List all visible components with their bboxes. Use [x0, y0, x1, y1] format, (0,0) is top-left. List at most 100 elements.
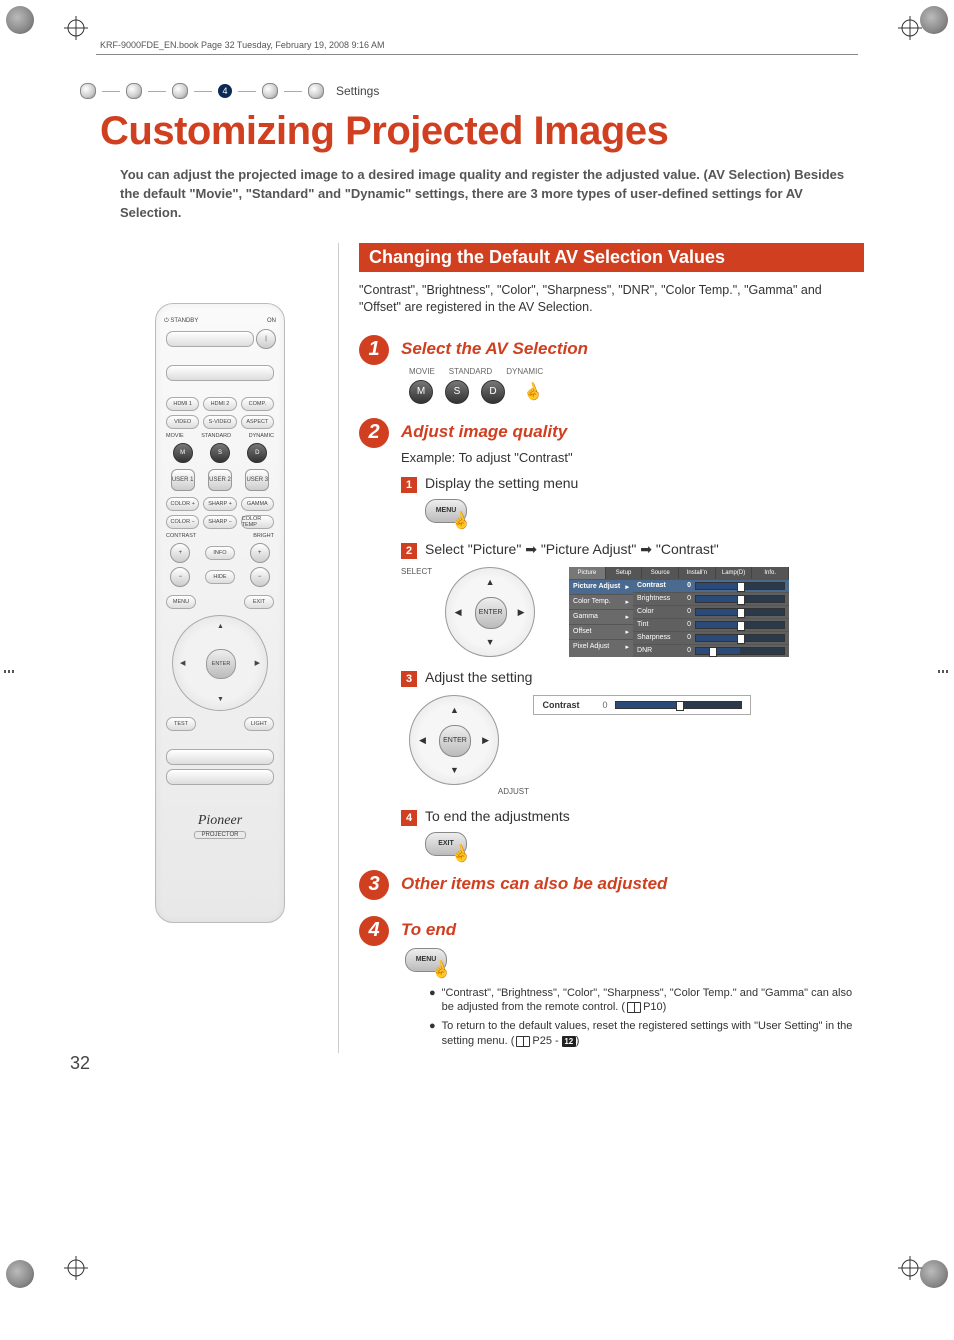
standard-button: S: [210, 443, 230, 463]
test-button: TEST: [166, 717, 196, 731]
on-label: ON: [267, 318, 276, 324]
contrast-plus: +: [170, 543, 190, 563]
step-title: Adjust image quality: [401, 422, 864, 442]
instructions-column: Changing the Default AV Selection Values…: [338, 243, 864, 1053]
print-corner-mark: [6, 6, 34, 34]
av-movie-button: M: [409, 380, 433, 404]
print-corner-mark: [920, 6, 948, 34]
color-temp-button: COLOR TEMP: [241, 515, 274, 529]
step-number-badge: 2: [359, 418, 389, 448]
example-text: Example: To adjust "Contrast": [401, 450, 864, 465]
step-number-badge: 1: [359, 335, 389, 365]
page-title: Customizing Projected Images: [100, 109, 894, 154]
step-4: 4 To end MENU ☝: [359, 916, 864, 972]
contrast-adjust-bar: Contrast 0: [533, 695, 751, 715]
select-label: SELECT: [401, 567, 432, 576]
book-icon: [516, 1036, 530, 1047]
osd-right-row: Tint0: [633, 618, 789, 631]
remote-blank-pill: [166, 365, 274, 381]
substep-text: Adjust the setting: [425, 669, 532, 685]
step-3: 3 Other items can also be adjusted: [359, 870, 864, 902]
remote-column: ⏻ STANDBY ON | HDMI 1 HDMI 2 COMP. VIDEO: [120, 243, 320, 1053]
osd-right-row: Brightness0: [633, 592, 789, 605]
gamma-button: GAMMA: [241, 497, 274, 511]
dpad-diagram: ENTER ▲▼ ◀▶: [409, 695, 499, 785]
osd-right-row: Sharpness0: [633, 631, 789, 644]
substep-text: To end the adjustments: [425, 808, 570, 824]
section-heading: Changing the Default AV Selection Values: [359, 243, 864, 272]
side-reg-mark: [938, 670, 950, 673]
osd-left-item: Picture Adjust▸: [569, 579, 633, 594]
remote-blank-pill: [166, 749, 274, 765]
av-dynamic-button: D: [481, 380, 505, 404]
registration-mark-icon: [898, 1256, 922, 1280]
osd-tab: Setup: [606, 567, 643, 579]
book-icon: [627, 1002, 641, 1013]
breadcrumb-step-number: 4: [218, 84, 232, 98]
step-title: To end: [401, 920, 864, 940]
aspect-button: ASPECT: [241, 415, 274, 429]
bright-plus: +: [250, 543, 270, 563]
osd-right-row: Color0: [633, 605, 789, 618]
reference-badge: 12: [562, 1036, 576, 1047]
hdmi2-button: HDMI 2: [203, 397, 236, 411]
step-1: 1 Select the AV Selection MOVIE STANDARD…: [359, 335, 864, 404]
manual-page: KRF-9000FDE_EN.book Page 32 Tuesday, Feb…: [0, 0, 954, 1340]
side-reg-mark: [4, 670, 16, 673]
osd-tab: Lamp(D): [716, 567, 753, 579]
on-button: |: [256, 329, 276, 349]
osd-right-row: DNR0: [633, 644, 789, 657]
step-2: 2 Adjust image quality Example: To adjus…: [359, 418, 864, 856]
sharp-minus-button: SHARP −: [203, 515, 236, 529]
color-plus-button: COLOR +: [166, 497, 199, 511]
light-button: LIGHT: [244, 717, 274, 731]
step-title: Select the AV Selection: [401, 339, 864, 359]
movie-label: MOVIE: [409, 367, 435, 376]
breadcrumb: 4 Settings: [80, 83, 894, 99]
osd-right-row: Contrast0: [633, 579, 789, 592]
print-corner-mark: [6, 1260, 34, 1288]
remote-control-diagram: ⏻ STANDBY ON | HDMI 1 HDMI 2 COMP. VIDEO: [155, 303, 285, 923]
step-number-badge: 3: [359, 870, 389, 900]
remote-blank-pill: [166, 769, 274, 785]
standard-label: STANDARD: [449, 367, 492, 376]
brand-sublabel: PROJECTOR: [194, 831, 246, 839]
user3-button: USER 3: [245, 469, 269, 491]
registration-mark-icon: [64, 1256, 88, 1280]
osd-tab: Install’n: [679, 567, 716, 579]
dynamic-button: D: [247, 443, 267, 463]
substep-text: Select "Picture" ➡ "Picture Adjust" ➡ "C…: [425, 541, 719, 558]
info-button: INFO: [205, 546, 235, 560]
intro-paragraph: You can adjust the projected image to a …: [120, 166, 854, 223]
osd-left-item: Gamma▸: [569, 609, 633, 624]
section-description: "Contrast", "Brightness", "Color", "Shar…: [359, 282, 864, 317]
osd-tab: Source: [642, 567, 679, 579]
notes-list: ●"Contrast", "Brightness", "Color", "Sha…: [359, 986, 864, 1049]
breadcrumb-label: Settings: [336, 84, 379, 98]
user1-button: USER 1: [171, 469, 195, 491]
dpad-diagram: ENTER ▲▼ ◀▶: [445, 567, 535, 657]
step-number-badge: 4: [359, 916, 389, 946]
color-minus-button: COLOR −: [166, 515, 199, 529]
brand-logo: Pioneer: [162, 813, 278, 829]
osd-left-item: Pixel Adjust▸: [569, 639, 633, 654]
menu-button: MENU: [166, 595, 196, 609]
osd-tab: Picture: [569, 567, 606, 579]
print-corner-mark: [920, 1260, 948, 1288]
osd-menu-screenshot: PictureSetupSourceInstall’nLamp(D)Info. …: [569, 567, 789, 657]
hide-button: HIDE: [205, 570, 235, 584]
page-number: 32: [70, 1053, 894, 1074]
book-header: KRF-9000FDE_EN.book Page 32 Tuesday, Feb…: [100, 40, 894, 50]
osd-left-item: Offset▸: [569, 624, 633, 639]
contrast-minus: −: [170, 567, 190, 587]
svideo-button: S-VIDEO: [203, 415, 236, 429]
adjust-label: ADJUST: [409, 787, 529, 796]
hand-cursor-icon: ☝: [520, 379, 546, 405]
substep-text: Display the setting menu: [425, 475, 578, 491]
step-title: Other items can also be adjusted: [401, 874, 864, 894]
exit-button: EXIT: [244, 595, 274, 609]
av-standard-button: S: [445, 380, 469, 404]
sharp-plus-button: SHARP +: [203, 497, 236, 511]
video-button: VIDEO: [166, 415, 199, 429]
osd-tab: Info.: [752, 567, 789, 579]
